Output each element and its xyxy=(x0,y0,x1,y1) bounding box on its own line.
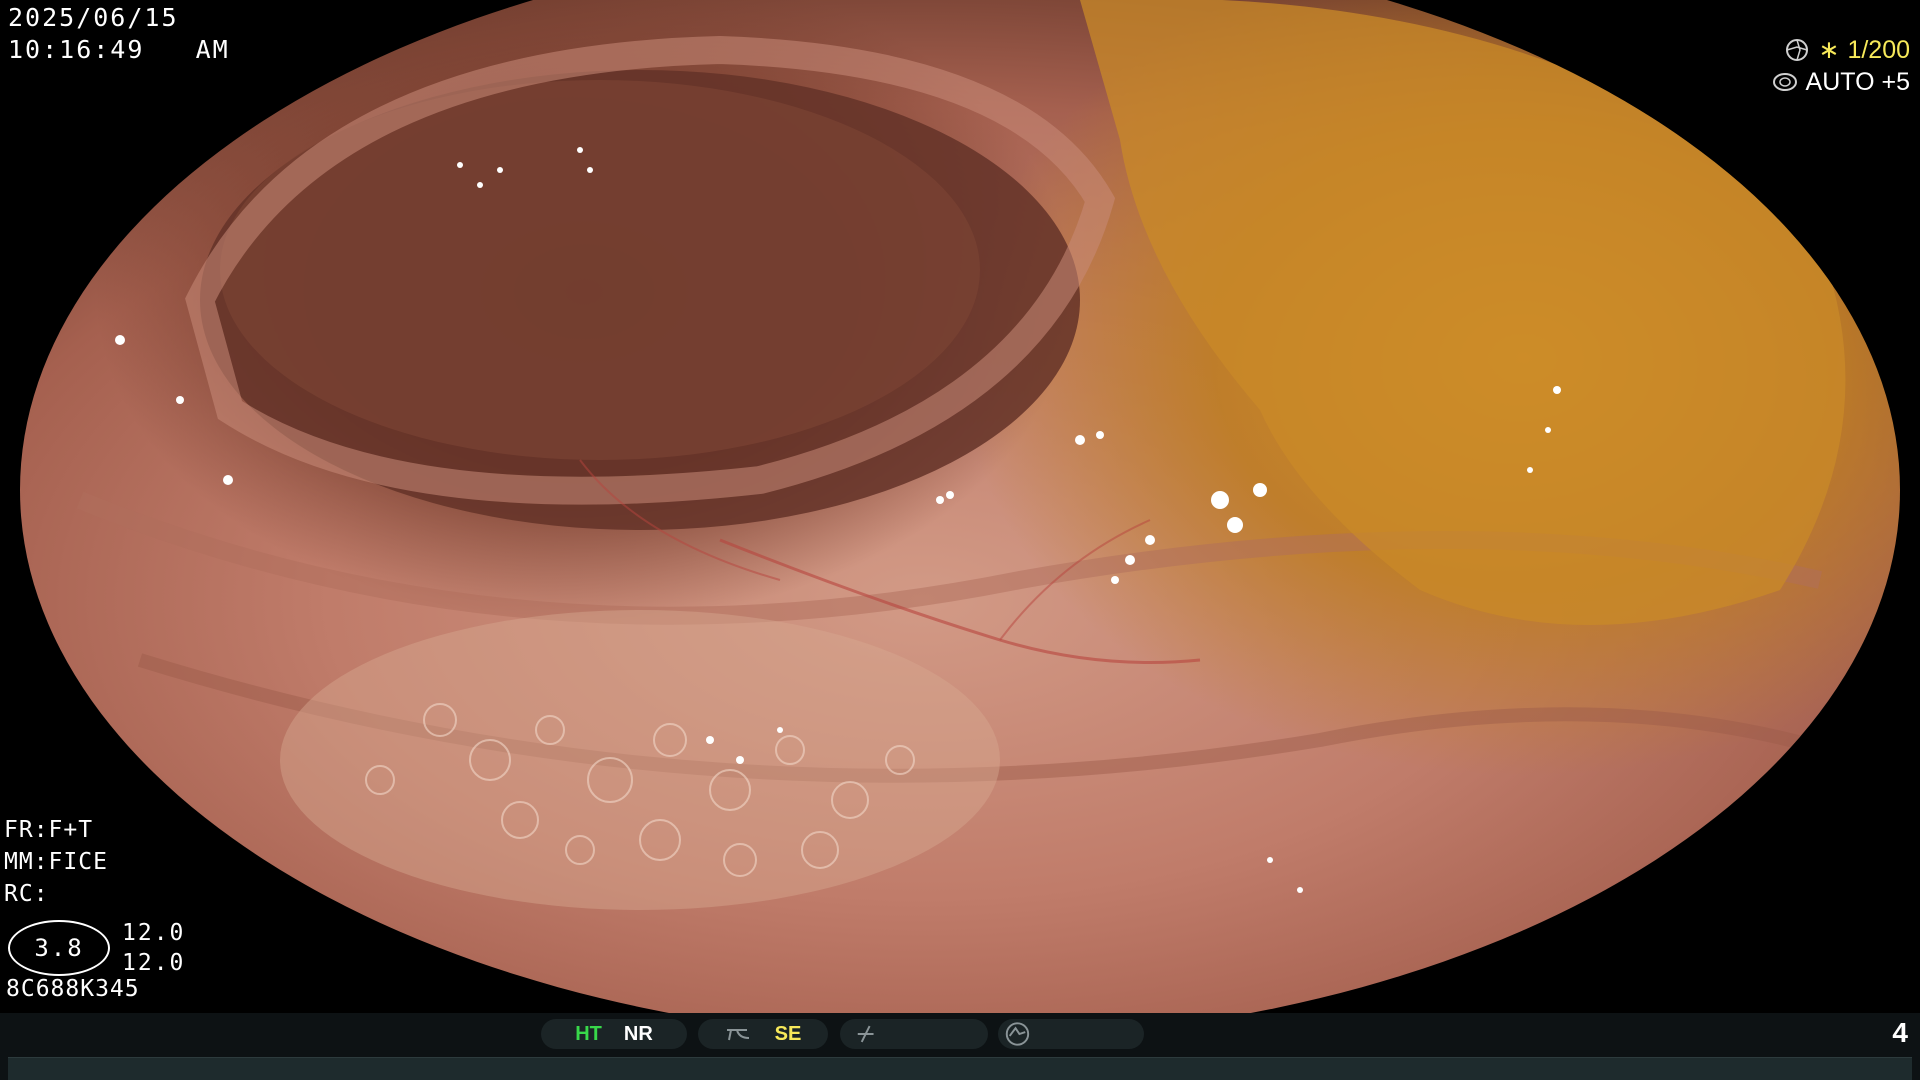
iris-icon xyxy=(1772,73,1797,91)
capture-pill xyxy=(998,1019,1144,1049)
nr-label: NR xyxy=(623,1022,653,1045)
shutter-icon xyxy=(1786,39,1809,61)
capture-icon xyxy=(1005,1022,1030,1046)
slash-pill xyxy=(840,1019,988,1049)
se-label: SE xyxy=(774,1022,802,1045)
value-2: 12.0 xyxy=(122,950,186,976)
disabled-mode-icon xyxy=(857,1025,874,1043)
value-1: 12.0 xyxy=(122,920,186,946)
zoom-group: 3.8 12.0 12.0 xyxy=(8,918,185,978)
status-strip xyxy=(8,1057,1912,1080)
shutter-speed: 1/200 xyxy=(1847,36,1910,64)
scope-serial: 8C688K345 xyxy=(6,976,140,1002)
se-pill: SE xyxy=(698,1019,828,1049)
endoscopic-image xyxy=(20,0,1900,1040)
mode-settings: FR:F+T MM:FICE RC: xyxy=(4,814,108,910)
status-bar: HT NR SE 4 xyxy=(0,1013,1920,1080)
mm-setting: MM:FICE xyxy=(4,849,108,875)
zoom-indicator: 3.8 xyxy=(8,920,110,976)
fr-setting: FR:F+T xyxy=(4,817,94,843)
time-readout: 10:16:49 AM xyxy=(8,35,230,64)
ht-nr-pill: HT NR xyxy=(541,1019,687,1049)
structure-enhance-icon xyxy=(726,1029,749,1041)
zoom-values: 12.0 12.0 xyxy=(122,918,185,978)
iris-mode: AUTO +5 xyxy=(1805,68,1910,96)
date-readout: 2025/06/15 xyxy=(8,3,179,32)
colon-lumen-illustration xyxy=(76,0,1863,910)
shutter-prefix: ∗ xyxy=(1818,36,1840,64)
rc-setting: RC: xyxy=(4,881,49,907)
endoscope-screen: 2025/06/15 10:16:49 AM ∗ 1/200 AUTO +5 FR… xyxy=(0,0,1920,1080)
exposure-panel: ∗ 1/200 AUTO +5 xyxy=(1772,34,1910,98)
ht-label: HT xyxy=(575,1022,602,1045)
page-number: 4 xyxy=(1892,1017,1908,1048)
